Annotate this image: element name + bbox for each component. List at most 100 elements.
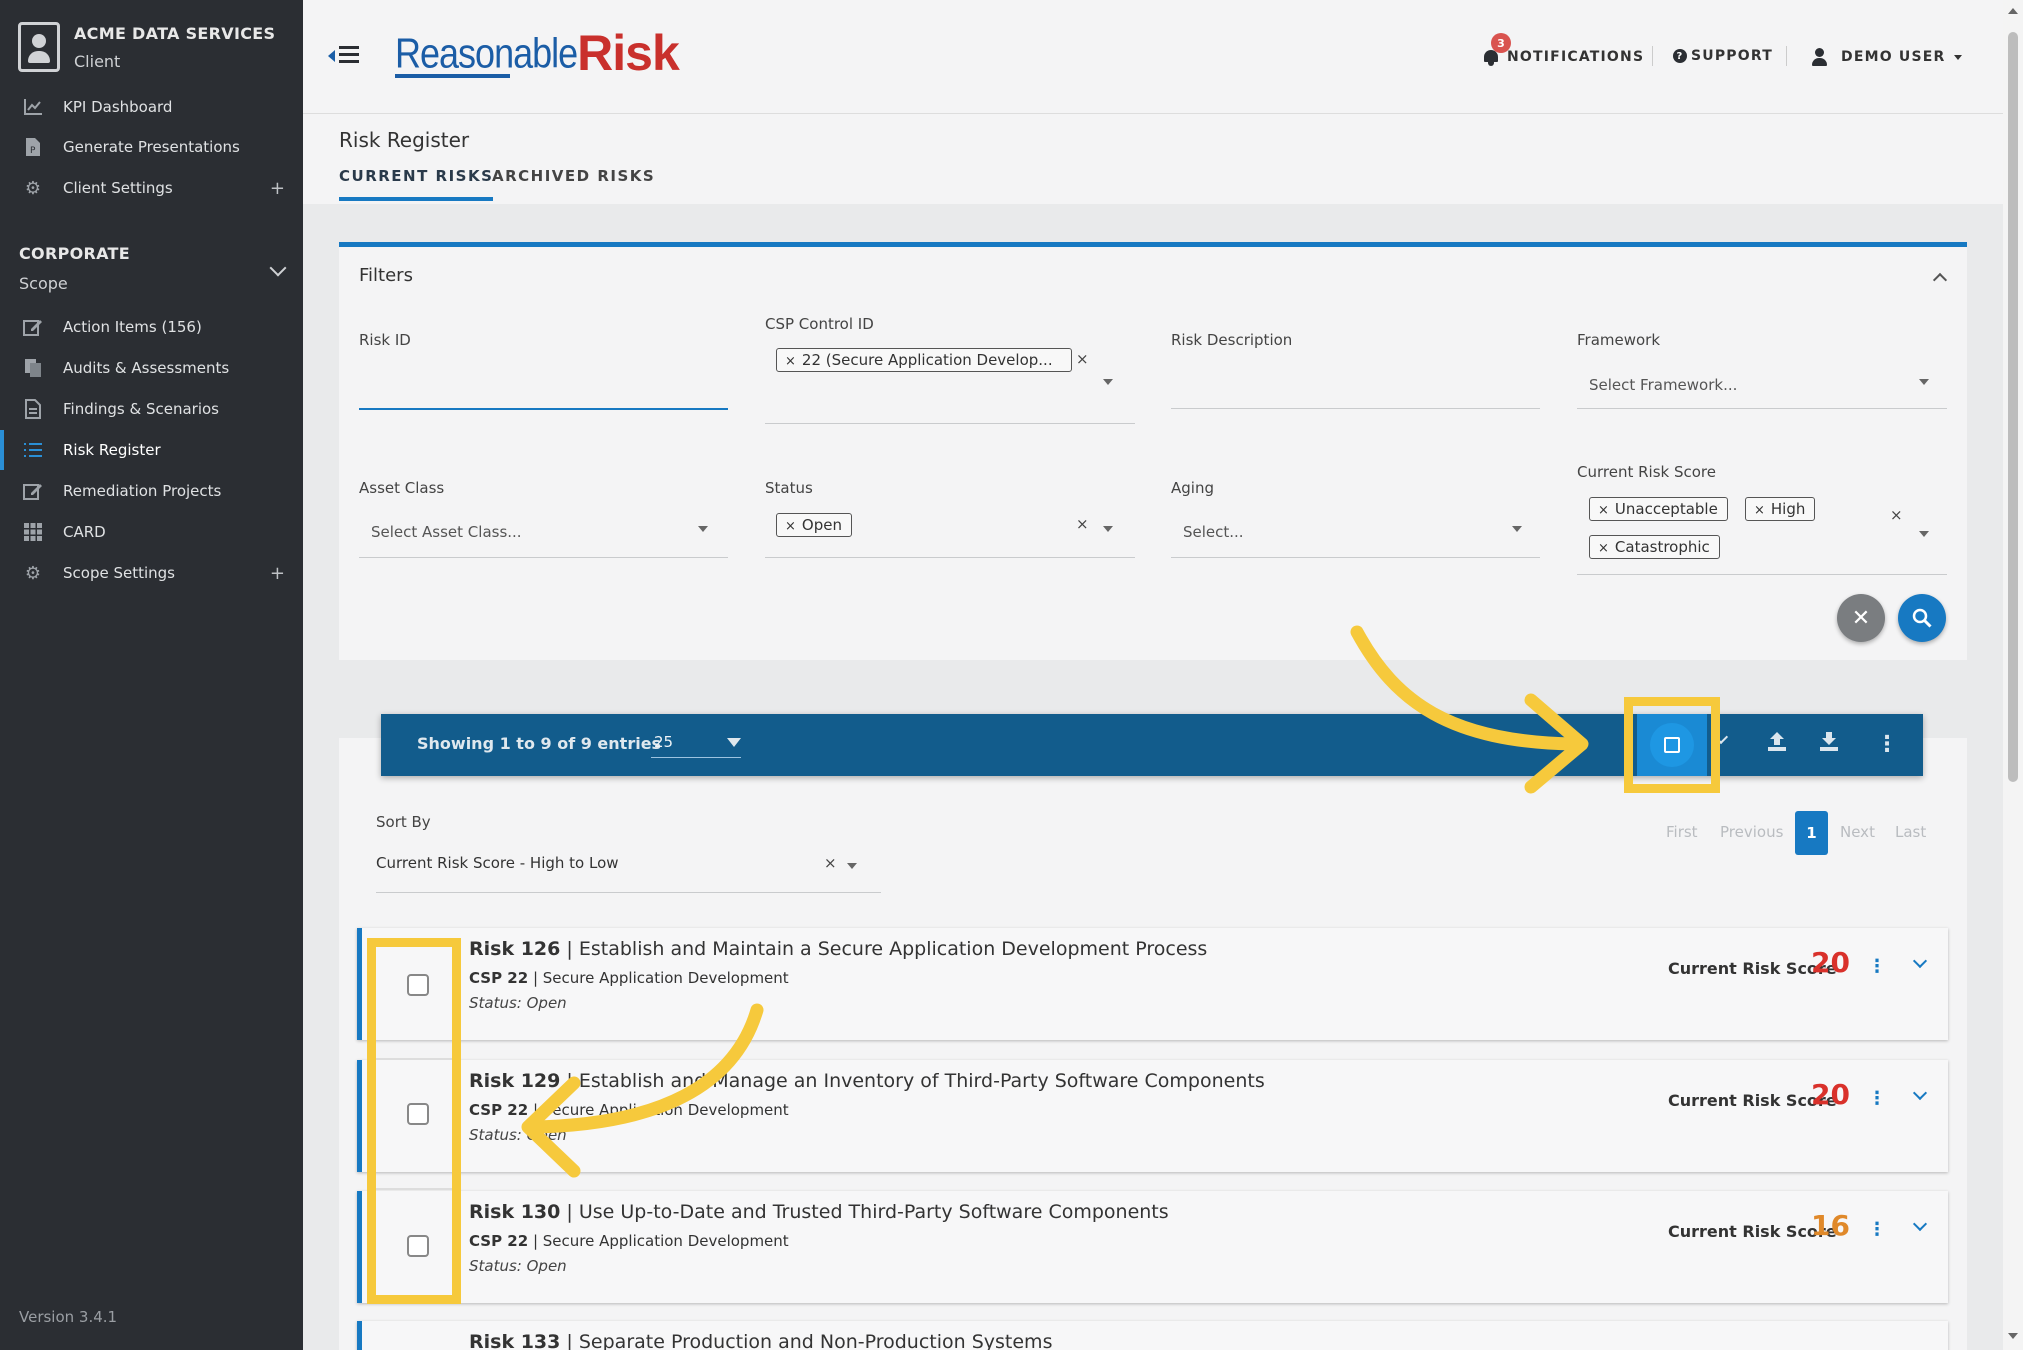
pagination-previous[interactable]: Previous [1720, 823, 1783, 841]
aging-label: Aging [1171, 479, 1214, 497]
sidebar-item-scope-settings[interactable]: ⚙ Scope Settings + [0, 553, 303, 593]
scroll-up-icon[interactable] [2008, 8, 2018, 14]
remove-tag-icon[interactable]: × [1598, 503, 1609, 518]
score-tag-catastrophic[interactable]: × Catastrophic [1589, 535, 1720, 559]
tab-archived-risks[interactable]: ARCHIVED RISKS [492, 167, 655, 197]
status-tag[interactable]: × Open [776, 513, 852, 537]
csp-control-select[interactable] [765, 423, 1135, 424]
clear-icon[interactable]: × [824, 854, 837, 872]
sidebar-item-risk-register[interactable]: Risk Register [0, 430, 303, 470]
chevron-down-icon[interactable] [1912, 1085, 1928, 1101]
risk-id-input[interactable] [359, 408, 728, 410]
user-menu[interactable]: DEMO USER [1811, 48, 1962, 66]
dropdown-caret-icon[interactable] [1103, 379, 1113, 385]
upload-icon[interactable] [1766, 730, 1788, 758]
search-button[interactable] [1898, 594, 1946, 642]
chevron-down-icon[interactable] [269, 259, 287, 277]
csp-control-tag[interactable]: × 22 (Secure Application Develop... [776, 348, 1072, 372]
client-role: Client [74, 52, 121, 71]
sidebar-item-label: Audits & Assessments [63, 359, 230, 377]
expand-plus-icon[interactable]: + [270, 178, 285, 199]
dropdown-caret-icon[interactable] [1103, 526, 1113, 532]
page-size-select[interactable]: 25 [651, 728, 741, 758]
divider [376, 1188, 452, 1190]
chevron-down-icon[interactable] [1912, 1216, 1928, 1232]
clear-icon[interactable]: × [1076, 350, 1089, 368]
support-label: SUPPORT [1691, 48, 1773, 64]
sidebar-item-card[interactable]: CARD [0, 512, 303, 552]
dropdown-caret-icon[interactable] [698, 526, 708, 532]
sidebar-item-action-items[interactable]: Action Items (156) [0, 307, 303, 347]
clear-filters-button[interactable]: ✕ [1837, 594, 1885, 642]
remove-tag-icon[interactable]: × [1598, 541, 1609, 556]
remove-tag-icon[interactable]: × [785, 519, 796, 534]
copy-files-icon [22, 357, 44, 379]
status-label: Status [765, 479, 813, 497]
risk-name[interactable]: Separate Production and Non-Production S… [579, 1331, 1053, 1350]
remove-tag-icon[interactable]: × [785, 354, 796, 369]
pagination-next[interactable]: Next [1840, 823, 1875, 841]
app-version: Version 3.4.1 [19, 1308, 118, 1326]
user-icon [1811, 48, 1827, 66]
risk-card[interactable]: Risk 133 | Separate Production and Non-P… [357, 1321, 1948, 1350]
risk-name[interactable]: Establish and Manage an Inventory of Thi… [579, 1070, 1265, 1092]
chart-line-icon [22, 96, 44, 118]
dropdown-caret-icon[interactable] [1919, 531, 1929, 537]
asset-class-label: Asset Class [359, 479, 445, 497]
risk-name[interactable]: Use Up-to-Date and Trusted Third-Party S… [579, 1201, 1169, 1223]
risk-card[interactable]: Risk 130 | Use Up-to-Date and Trusted Th… [357, 1191, 1948, 1303]
menu-toggle-icon[interactable] [339, 46, 359, 64]
clear-icon[interactable]: × [1076, 515, 1089, 533]
pagination-page-1[interactable]: 1 [1795, 811, 1828, 855]
asset-class-select[interactable]: Select Asset Class... [371, 523, 522, 541]
risk-name[interactable]: Establish and Maintain a Secure Applicat… [579, 938, 1207, 960]
sort-by-select[interactable]: Current Risk Score - High to Low [376, 854, 619, 872]
score-tag-unacceptable[interactable]: × Unacceptable [1589, 497, 1728, 521]
gear-icon: ⚙ [24, 562, 42, 584]
risk-description-label: Risk Description [1171, 331, 1293, 349]
expand-plus-icon[interactable]: + [270, 563, 285, 584]
sidebar-item-kpi-dashboard[interactable]: KPI Dashboard [0, 87, 303, 127]
risk-id: Risk 133 [469, 1331, 561, 1350]
csp-id: CSP 22 [469, 1232, 529, 1250]
more-vertical-icon[interactable]: ⋮ [1876, 732, 1898, 757]
sidebar-item-label: Findings & Scenarios [63, 400, 219, 418]
more-vertical-icon[interactable]: ⋮ [1868, 956, 1886, 977]
pagination-last[interactable]: Last [1895, 823, 1926, 841]
risk-card[interactable]: Risk 129 | Establish and Manage an Inven… [357, 1060, 1948, 1172]
scroll-down-icon[interactable] [2008, 1333, 2018, 1339]
sidebar-item-generate-presentations[interactable]: P Generate Presentations [0, 127, 303, 167]
more-vertical-icon[interactable]: ⋮ [1868, 1088, 1886, 1109]
client-switcher[interactable]: ACME DATA SERVICES Client [18, 22, 275, 72]
sidebar-item-label: Action Items (156) [63, 318, 202, 336]
scrollbar-thumb[interactable] [2008, 32, 2018, 782]
score-tag-high[interactable]: × High [1745, 497, 1816, 521]
remove-tag-icon[interactable]: × [1754, 503, 1765, 518]
dropdown-caret-icon[interactable] [847, 863, 857, 869]
dropdown-caret-icon[interactable] [1512, 526, 1522, 532]
edit-icon [22, 480, 44, 502]
risk-csp: CSP 22 | Secure Application Development [469, 969, 789, 987]
risk-description-input[interactable] [1171, 408, 1540, 409]
pagination-first[interactable]: First [1666, 823, 1698, 841]
sidebar-item-audits-assessments[interactable]: Audits & Assessments [0, 348, 303, 388]
clear-icon[interactable]: × [1890, 506, 1903, 524]
dropdown-caret-icon[interactable] [1919, 379, 1929, 385]
sidebar-item-client-settings[interactable]: ⚙ Client Settings + [0, 168, 303, 208]
more-vertical-icon[interactable]: ⋮ [1868, 1219, 1886, 1240]
chevron-up-icon[interactable] [1932, 272, 1948, 288]
page-scrollbar[interactable] [2003, 0, 2023, 1350]
divider [376, 1058, 452, 1060]
risk-status: Status: Open [469, 994, 567, 1012]
aging-select[interactable]: Select... [1183, 523, 1244, 541]
download-icon[interactable] [1818, 730, 1840, 758]
chevron-down-icon[interactable] [1912, 953, 1928, 969]
risk-card[interactable]: Risk 126 | Establish and Maintain a Secu… [357, 928, 1948, 1040]
sidebar-item-findings-scenarios[interactable]: Findings & Scenarios [0, 389, 303, 429]
csp-name: Secure Application Development [542, 969, 789, 987]
framework-select[interactable]: Select Framework... [1589, 376, 1737, 394]
support-link[interactable]: ? SUPPORT [1673, 48, 1773, 64]
tab-current-risks[interactable]: CURRENT RISKS [339, 167, 494, 201]
divider [1652, 46, 1653, 66]
sidebar-item-remediation-projects[interactable]: Remediation Projects [0, 471, 303, 511]
